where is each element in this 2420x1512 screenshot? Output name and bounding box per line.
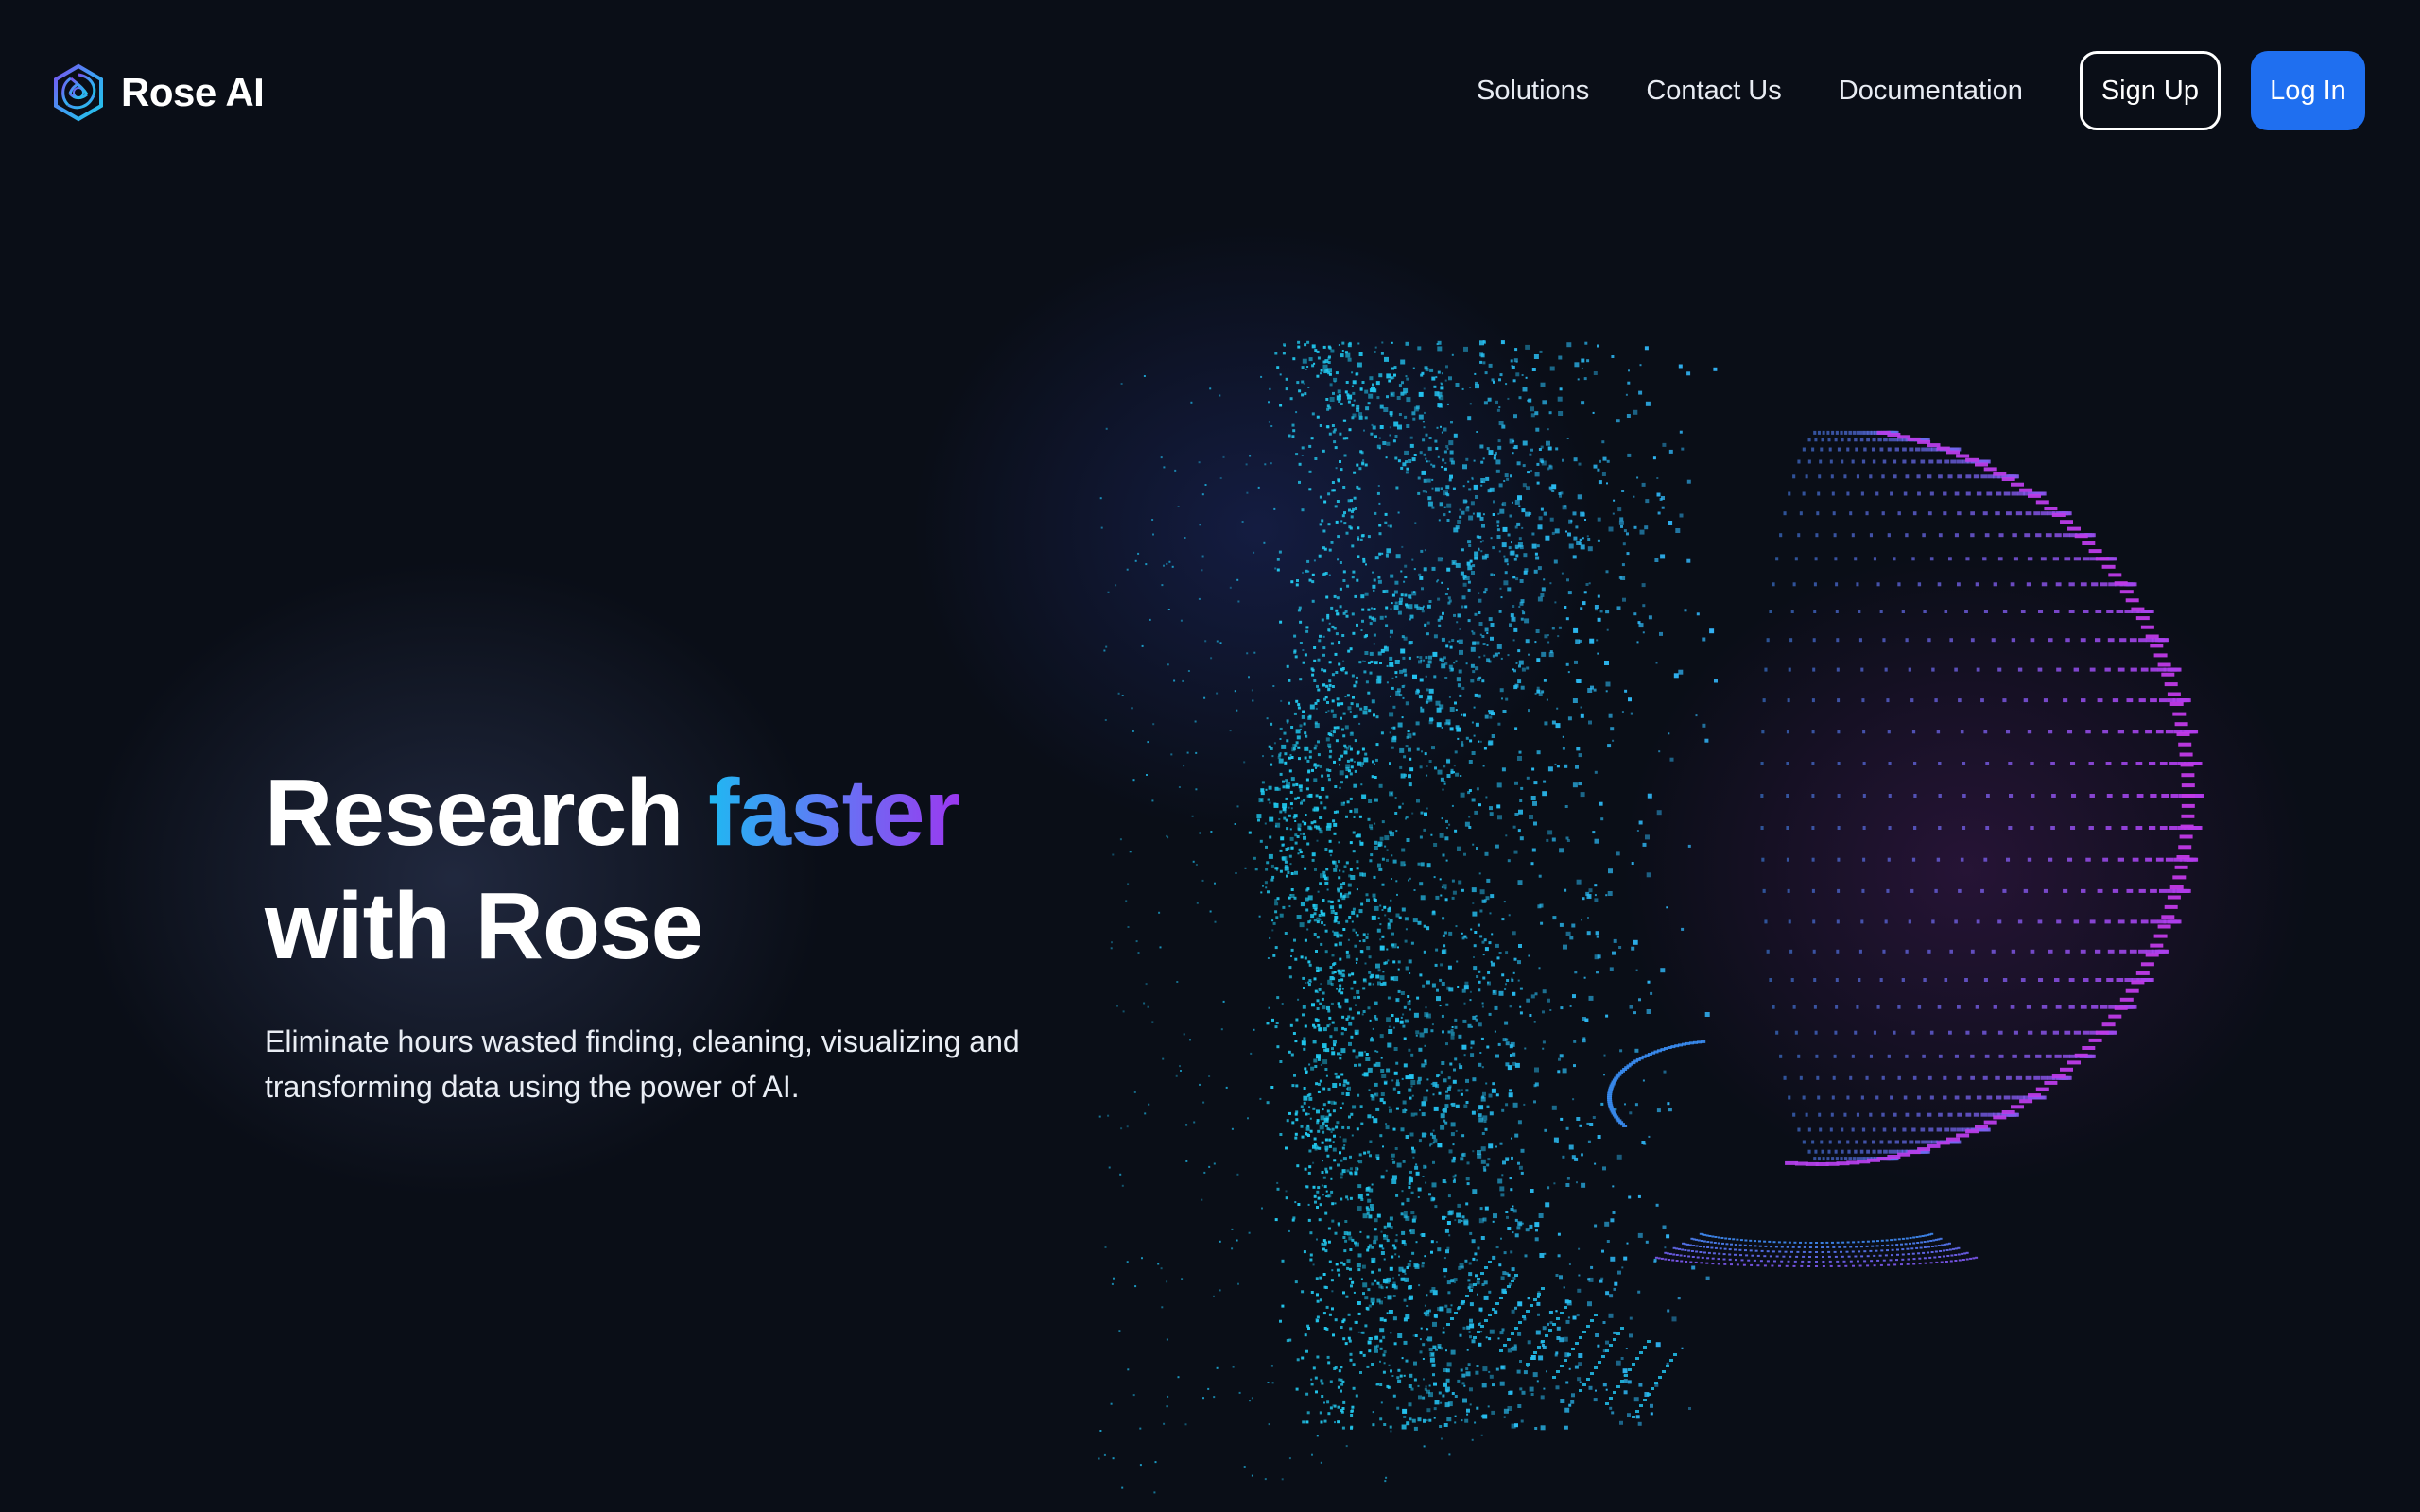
- hero-title-prefix: Research: [265, 760, 709, 866]
- hexagon-swirl-icon: [54, 63, 103, 122]
- hero-section: Research faster with Rose Eliminate hours…: [265, 756, 1115, 1109]
- particle-dots: [1098, 340, 2204, 1494]
- nav-link-solutions[interactable]: Solutions: [1477, 76, 1589, 107]
- nav-link-documentation[interactable]: Documentation: [1839, 76, 2023, 107]
- nav-link-contact-us[interactable]: Contact Us: [1646, 76, 1781, 107]
- brand-home-link[interactable]: Rose AI: [49, 60, 265, 125]
- landing-page: Rose AI Solutions Contact Us Documentati…: [0, 0, 2420, 1512]
- hero-title: Research faster with Rose: [265, 756, 1115, 983]
- brand-name: Rose AI: [121, 70, 265, 114]
- sign-up-button[interactable]: Sign Up: [2079, 51, 2221, 130]
- top-navigation: Rose AI Solutions Contact Us Documentati…: [0, 0, 2420, 184]
- hero-title-accent: faster: [708, 760, 960, 866]
- nav-links: Solutions Contact Us Documentation Sign …: [1477, 51, 2365, 130]
- hero-subtitle: Eliminate hours wasted finding, cleaning…: [265, 1024, 1020, 1104]
- hero-title-suffix: with Rose: [265, 873, 703, 979]
- particle-face-sphere-illustration: [1040, 170, 2344, 1512]
- log-in-button[interactable]: Log In: [2251, 51, 2365, 130]
- particle-cloud: [1098, 340, 2204, 1494]
